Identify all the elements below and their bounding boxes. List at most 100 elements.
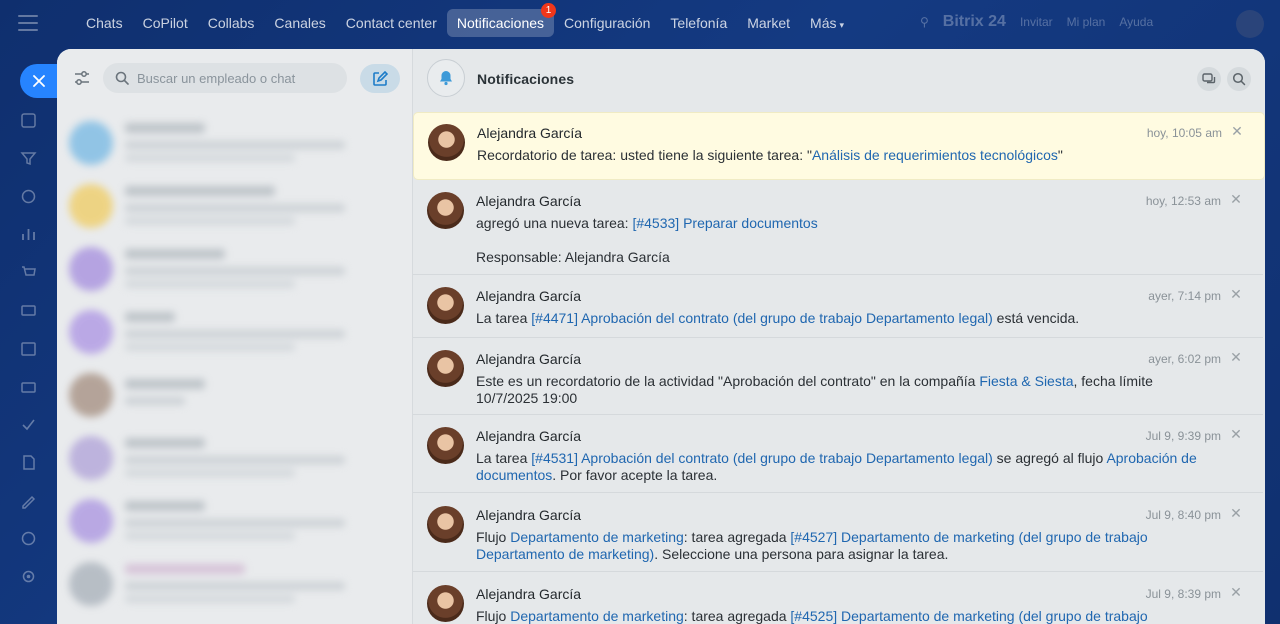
close-icon[interactable]: ✕: [1230, 191, 1242, 208]
task-link[interactable]: [#4533] Preparar documentos: [632, 215, 817, 231]
list-item[interactable]: [57, 237, 413, 300]
nav-item-collabs[interactable]: Collabs: [198, 9, 265, 37]
notification-item[interactable]: Alejandra García Jul 9, 8:39 pm ✕ Flujo …: [413, 574, 1263, 624]
task-link[interactable]: [#4525] Departamento de marketing (del g…: [790, 608, 1147, 624]
flow-link[interactable]: Departamento de marketing: [510, 529, 684, 545]
search-box[interactable]: [103, 63, 347, 93]
nav-item-mas[interactable]: Más ▾: [800, 9, 854, 37]
top-right-area: ⚲ Bitrix 24 Invitar Mi plan Ayuda: [920, 13, 1153, 31]
crm-icon[interactable]: [20, 188, 37, 205]
nav-item-contact-center[interactable]: Contact center: [336, 9, 447, 37]
notification-time: hoy, 10:05 am: [1146, 126, 1222, 140]
nav-item-market[interactable]: Market: [737, 9, 800, 37]
docs-icon[interactable]: [20, 454, 37, 471]
close-panel-button[interactable]: [20, 64, 58, 98]
nav-item-telefonia[interactable]: Telefonía: [660, 9, 737, 37]
search-icon: [1232, 72, 1246, 86]
notification-author[interactable]: Alejandra García: [477, 125, 582, 141]
close-icon[interactable]: ✕: [1230, 426, 1242, 443]
text-part: La tarea: [476, 310, 532, 326]
notification-item[interactable]: Alejandra García ayer, 6:02 pm ✕ Este es…: [413, 339, 1263, 415]
avatar[interactable]: [427, 585, 464, 622]
user-avatar[interactable]: [1236, 10, 1264, 38]
avatar[interactable]: [427, 350, 464, 387]
nav-item-chats[interactable]: Chats: [76, 9, 133, 37]
nav-item-notificaciones[interactable]: Notificaciones 1: [446, 3, 557, 37]
close-icon[interactable]: ✕: [1230, 505, 1242, 522]
notification-time: Jul 9, 8:40 pm: [1145, 508, 1221, 522]
cart-icon[interactable]: [20, 264, 37, 281]
sign-icon[interactable]: [20, 492, 37, 509]
read-all-button[interactable]: [1197, 67, 1221, 91]
close-icon[interactable]: ✕: [1230, 584, 1242, 601]
avatar[interactable]: [427, 506, 464, 543]
tasks-icon[interactable]: [20, 416, 37, 433]
notification-author[interactable]: Alejandra García: [476, 428, 581, 444]
notification-time: ayer, 7:14 pm: [1148, 289, 1221, 303]
flow-link[interactable]: Departamento de marketing: [510, 608, 684, 624]
notification-extra: Responsable: Alejandra García: [476, 249, 670, 265]
drive-icon[interactable]: [20, 378, 37, 395]
task-link[interactable]: Análisis de requerimientos tecnológicos: [812, 147, 1058, 163]
notification-author[interactable]: Alejandra García: [476, 193, 581, 209]
notification-time: hoy, 12:53 am: [1145, 194, 1221, 208]
list-item[interactable]: [57, 174, 413, 237]
list-item[interactable]: [57, 300, 413, 363]
nav-item-configuracion[interactable]: Configuración: [554, 9, 660, 37]
notification-author[interactable]: Alejandra García: [476, 351, 581, 367]
help-link[interactable]: Ayuda: [1119, 15, 1153, 29]
notification-author[interactable]: Alejandra García: [476, 288, 581, 304]
notification-item[interactable]: Alejandra García hoy, 10:05 am ✕ Recorda…: [414, 113, 1264, 179]
notification-author[interactable]: Alejandra García: [476, 586, 581, 602]
company-link[interactable]: Fiesta & Siesta: [979, 373, 1073, 389]
notification-item[interactable]: Alejandra García hoy, 12:53 am ✕ agregó …: [413, 181, 1263, 275]
notification-item[interactable]: Alejandra García Jul 9, 8:40 pm ✕ Flujo …: [413, 495, 1263, 572]
task-link[interactable]: [#4471] Aprobación del contrato (del gru…: [531, 310, 993, 326]
list-item[interactable]: [57, 426, 413, 489]
text-part: : tarea agregada: [683, 608, 791, 624]
invite-link[interactable]: Invitar: [1020, 15, 1053, 29]
nav-item-copilot[interactable]: CoPilot: [133, 9, 198, 37]
chevron-down-icon: ▾: [839, 20, 845, 30]
settings-icon[interactable]: [20, 568, 37, 585]
search-input[interactable]: [137, 70, 337, 86]
list-item[interactable]: [57, 111, 413, 174]
avatar[interactable]: [427, 192, 464, 229]
text-part: Este es un recordatorio de la actividad …: [476, 373, 980, 389]
feed-icon[interactable]: [20, 112, 37, 129]
list-item[interactable]: [57, 363, 413, 426]
list-item[interactable]: [57, 489, 413, 552]
apps-icon[interactable]: [20, 530, 37, 547]
plan-link[interactable]: Mi plan: [1067, 15, 1106, 29]
notification-item[interactable]: Alejandra García ayer, 7:14 pm ✕ La tare…: [413, 276, 1263, 338]
close-icon[interactable]: ✕: [1231, 123, 1243, 140]
nav-item-canales[interactable]: Canales: [264, 9, 335, 37]
funnel-icon[interactable]: [20, 150, 37, 167]
notification-item[interactable]: Alejandra García Jul 9, 9:39 pm ✕ La tar…: [413, 416, 1263, 493]
avatar[interactable]: [428, 124, 465, 161]
chart-icon[interactable]: [20, 226, 37, 243]
bell-icon: [427, 59, 465, 97]
menu-icon[interactable]: [18, 15, 38, 31]
avatar[interactable]: [427, 287, 464, 324]
list-item[interactable]: [57, 552, 413, 615]
top-navigation: Chats CoPilot Collabs Canales Contact ce…: [0, 0, 1280, 48]
avatar: [69, 309, 113, 354]
close-icon[interactable]: ✕: [1230, 349, 1242, 366]
text-part: se agregó al flujo: [992, 450, 1107, 466]
mail-icon[interactable]: [20, 302, 37, 319]
task-link[interactable]: [#4531] Aprobación del contrato (del gru…: [531, 450, 993, 466]
text-part: : tarea agregada: [683, 529, 791, 545]
notification-text: agregó una nueva tarea: [#4533] Preparar…: [476, 215, 1216, 232]
new-chat-button[interactable]: [360, 64, 400, 93]
filter-icon[interactable]: [73, 69, 91, 87]
avatar[interactable]: [427, 427, 464, 464]
calendar-icon[interactable]: [20, 340, 37, 357]
search-icon[interactable]: ⚲: [920, 15, 929, 29]
notification-time: Jul 9, 9:39 pm: [1145, 429, 1221, 443]
text-part: Flujo: [476, 608, 511, 624]
notification-author[interactable]: Alejandra García: [476, 507, 581, 523]
search-notifications-button[interactable]: [1227, 67, 1251, 91]
text-part: ": [1057, 147, 1063, 163]
close-icon[interactable]: ✕: [1230, 286, 1242, 303]
